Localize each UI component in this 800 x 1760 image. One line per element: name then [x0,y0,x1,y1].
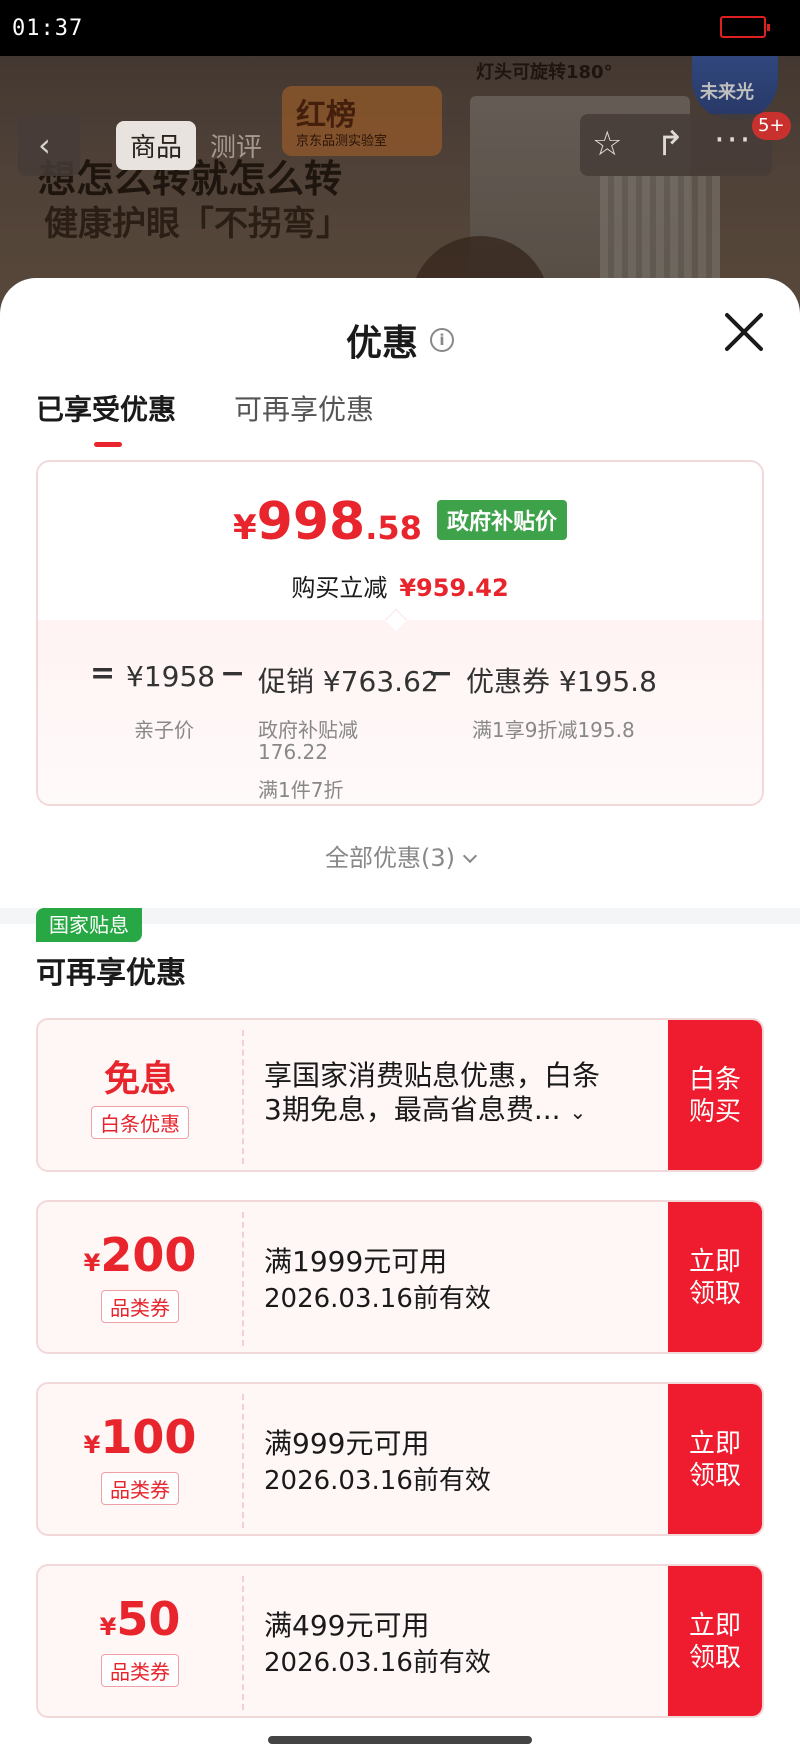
price-summary-card: ¥998.58 政府补贴价 购买立减 ¥959.42 = ¥1958 亲子价 − … [36,460,764,806]
price-integer: 998 [256,492,366,552]
promo-note-discount: 满1件7折 [258,778,344,802]
promo-note-amount: 176.22 [258,740,328,764]
interest-free-offer-card: 免息 白条优惠 享国家消费贴息优惠，白条 3期免息，最高省息费... ⌄ 白条 … [36,1018,764,1172]
tab-more-discounts[interactable]: 可再享优惠 [234,388,374,428]
tab-product[interactable]: 商品 [116,120,197,170]
coupon-divider [242,1030,244,1164]
chevron-left-icon: ‹ [38,126,51,164]
coupon-type-tag: 品类券 [101,1290,179,1323]
coupon-card: ¥100 品类券 满999元可用 2026.03.16前有效 立即 领取 [36,1382,764,1536]
currency-symbol: ¥ [232,508,257,548]
offer-tag: 白条优惠 [91,1106,189,1139]
coupon-type-tag: 品类券 [101,1654,179,1687]
promo-note: 政府补贴减 [258,718,358,742]
coupon-condition: 满999元可用 [264,1427,430,1460]
coupon-amount: ¥195.8 [558,665,657,698]
coupon-label: 优惠券 [466,665,551,698]
discount-tabs: 已享受优惠 可再享优惠 [36,388,766,448]
coupon-value: ¥50 [99,1592,181,1646]
coupon-expiry: 2026.03.16前有效 [264,1284,491,1314]
back-button[interactable]: ‹ [18,114,80,176]
coupon-note: 满1享9折减195.8 [472,718,635,742]
offer-title: 免息 [103,1059,176,1100]
coupon-condition: 满1999元可用 [264,1245,448,1278]
coupon-type-tag: 品类券 [101,1472,179,1505]
info-icon[interactable]: i [430,328,454,352]
minus-sign: − [220,656,246,691]
status-bar: 01:37 [0,0,800,56]
more-deals-title: 可再享优惠 [36,956,186,991]
baitiao-buy-button[interactable]: 白条 购买 [668,1020,762,1170]
coupon-card: ¥200 品类券 满1999元可用 2026.03.16前有效 立即 领取 [36,1200,764,1354]
claim-coupon-button[interactable]: 立即 领取 [668,1566,762,1716]
instant-reduction: 购买立减 ¥959.42 [38,568,762,603]
active-tab-indicator [94,442,122,447]
offer-description-more[interactable]: 3期免息，最高省息费... ⌄ [264,1088,586,1128]
sheet-title: 优惠 [345,323,418,364]
final-price: ¥998.58 政府补贴价 [38,492,762,552]
all-deals-label: 全部优惠(3) [325,844,455,872]
promo-amount: ¥763.62 [322,665,439,698]
coupon-value: ¥100 [83,1410,197,1464]
minus-sign: − [428,656,454,691]
coupon-divider [242,1394,244,1528]
coupon-condition: 满499元可用 [264,1609,430,1642]
claim-coupon-button[interactable]: 立即 领取 [668,1384,762,1534]
coupon-expiry: 2026.03.16前有效 [264,1466,491,1496]
coupon-card: ¥50 品类券 满499元可用 2026.03.16前有效 立即 领取 [36,1564,764,1718]
coupon-line: 优惠券 ¥195.8 [466,660,657,700]
favorite-star-icon[interactable]: ☆ [592,124,622,164]
promo-label: 促销 [258,665,315,698]
message-count-badge: 5+ [752,112,791,140]
price-breakdown: = ¥1958 亲子价 − 促销 ¥763.62 政府补贴减 176.22 满1… [38,620,762,804]
home-indicator[interactable] [268,1736,532,1744]
coupon-divider [242,1212,244,1346]
sheet-header: 优惠 i [0,314,800,366]
close-icon[interactable] [720,308,768,356]
coupon-value: ¥200 [83,1228,197,1282]
share-icon[interactable]: ↱ [656,124,685,164]
discount-sheet: 优惠 i 已享受优惠 可再享优惠 ¥998.58 政府补贴价 购买立减 ¥959.4… [0,278,800,1760]
claim-coupon-button[interactable]: 立即 领取 [668,1202,762,1352]
battery-icon [720,16,770,38]
base-price-label: 亲子价 [134,718,194,742]
reduction-amount: ¥959.42 [399,574,509,602]
tab-enjoyed-discounts[interactable]: 已享受优惠 [36,388,176,428]
chevron-down-icon [462,848,478,864]
base-price: ¥1958 [126,660,216,693]
national-subsidy-tag: 国家贴息 [36,908,142,942]
equals-sign: = [90,656,116,691]
gov-subsidy-badge: 政府补贴价 [436,500,567,540]
more-icon[interactable]: ··· [714,120,752,160]
coupon-expiry: 2026.03.16前有效 [264,1648,491,1678]
status-time: 01:37 [12,16,84,41]
chevron-down-icon: ⌄ [569,1100,587,1124]
price-decimal: .58 [365,509,422,547]
tab-review[interactable]: 测评 [196,121,276,170]
all-deals-toggle[interactable]: 全部优惠(3) [0,838,800,873]
coupon-divider [242,1576,244,1710]
product-nav-tabs: 商品 测评 [116,114,276,176]
reduction-label: 购买立减 [291,574,388,602]
nav-actions: ☆ ↱ ··· [580,114,772,176]
promo-line: 促销 ¥763.62 [258,660,439,700]
